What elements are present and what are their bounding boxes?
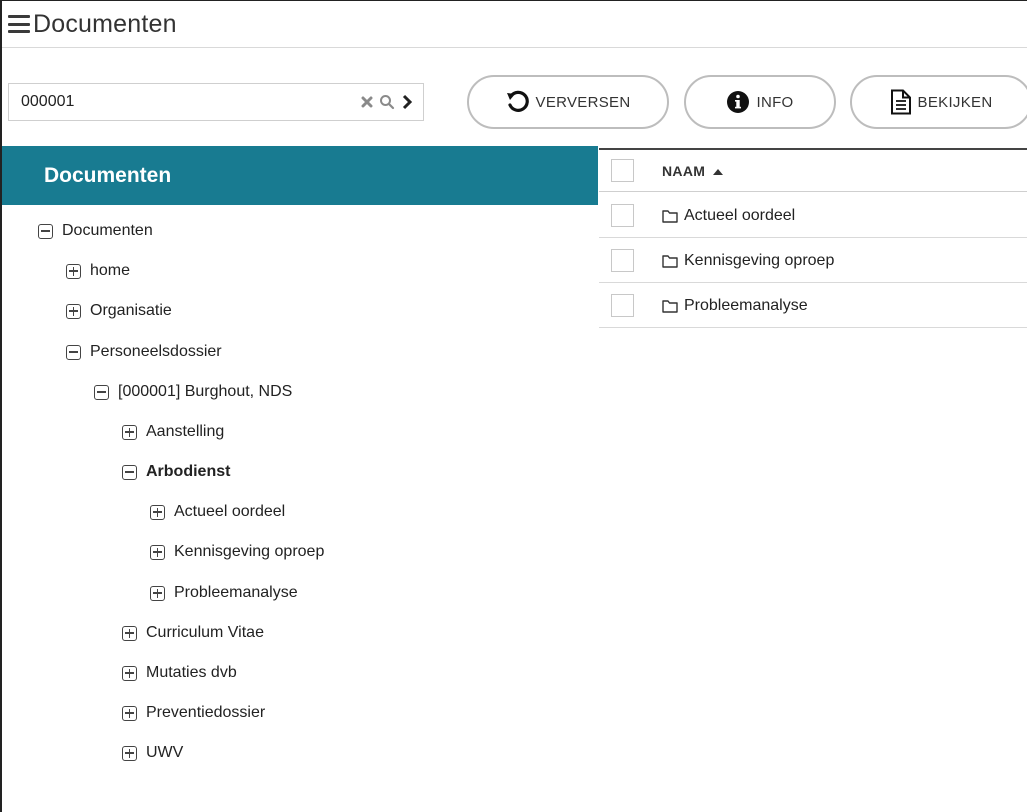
tree-node[interactable]: Actueel oordeel (150, 500, 285, 524)
folder-icon (662, 254, 678, 268)
tree-node-label: Actueel oordeel (174, 503, 286, 520)
tree-node[interactable]: Personeelsdossier (66, 340, 222, 364)
tree-node-label: Mutaties dvb (146, 664, 237, 681)
tree-node[interactable]: Documenten (38, 219, 153, 243)
tree-node[interactable]: Preventiedossier (122, 701, 265, 725)
tree-collapse-icon[interactable] (122, 464, 137, 480)
tree-expand-icon[interactable] (122, 424, 137, 440)
tree-node[interactable]: Mutaties dvb (122, 661, 237, 685)
menu-icon[interactable] (8, 15, 30, 33)
column-name-label: NAAM (662, 162, 706, 179)
info-button-label: INFO (756, 93, 794, 111)
search-input[interactable] (9, 84, 357, 120)
row-checkbox[interactable] (611, 294, 634, 317)
table-row[interactable]: Actueel oordeel (599, 194, 1027, 238)
select-all-checkbox[interactable] (611, 159, 634, 182)
info-icon (727, 91, 750, 113)
tree-expand-icon[interactable] (122, 705, 137, 721)
tree-expand-icon[interactable] (122, 625, 137, 641)
tree-node-label: Aanstelling (146, 423, 225, 440)
tree-collapse-icon[interactable] (66, 344, 81, 360)
view-button-label: BEKIJKEN (917, 93, 993, 111)
folder-icon (662, 209, 678, 223)
app-window: Documenten VERVERSEN INFO (0, 0, 1027, 812)
tree-expand-icon[interactable] (122, 665, 137, 681)
tree-expand-icon[interactable] (66, 263, 81, 279)
refresh-button-label: VERVERSEN (535, 93, 631, 111)
table-row[interactable]: Probleemanalyse (599, 284, 1027, 328)
tree-collapse-icon[interactable] (94, 384, 109, 400)
tree-node[interactable]: UWV (122, 741, 183, 765)
tree-node-label: Curriculum Vitae (146, 624, 264, 641)
sidebar-title: Documenten (44, 163, 172, 187)
tree-node-label: Kennisgeving oproep (174, 543, 325, 560)
tree-expand-icon[interactable] (150, 544, 165, 560)
tree-expand-icon[interactable] (150, 585, 165, 601)
tree-node-label: Preventiedossier (146, 704, 266, 721)
tree-node-selected[interactable]: Arbodienst (122, 460, 230, 484)
clear-icon[interactable] (357, 90, 377, 114)
tree-node[interactable]: Curriculum Vitae (122, 621, 264, 645)
tree-node[interactable]: Probleemanalyse (150, 581, 298, 605)
tree-node[interactable]: [000001] Burghout, NDS (94, 380, 292, 404)
refresh-icon (506, 90, 529, 112)
tree-node-label: Arbodienst (146, 463, 231, 480)
tree-node[interactable]: Organisatie (66, 299, 172, 323)
tree-node-label: [000001] Burghout, NDS (118, 383, 293, 400)
refresh-button[interactable]: VERVERSEN (467, 75, 669, 129)
title-bar: Documenten (2, 1, 1027, 48)
tree-expand-icon[interactable] (122, 745, 137, 761)
row-name[interactable]: Kennisgeving oproep (684, 252, 834, 270)
tree-expand-icon[interactable] (66, 303, 81, 319)
tree-node[interactable]: Kennisgeving oproep (150, 540, 324, 564)
search-icon[interactable] (377, 90, 397, 114)
row-name[interactable]: Probleemanalyse (684, 297, 808, 315)
row-checkbox[interactable] (611, 249, 634, 272)
tree-node-label: Probleemanalyse (174, 584, 298, 601)
tree-node-label: Personeelsdossier (90, 343, 222, 360)
tree-collapse-icon[interactable] (38, 223, 53, 239)
tree-node[interactable]: home (66, 259, 130, 283)
tree-node-label: home (90, 262, 131, 279)
sort-ascending-icon (713, 168, 724, 175)
app-title: Documenten (33, 9, 177, 38)
folder-icon (662, 299, 678, 313)
chevron-right-icon[interactable] (397, 90, 417, 114)
tree-expand-icon[interactable] (150, 504, 165, 520)
search-box (8, 83, 424, 121)
tree-node[interactable]: Aanstelling (122, 420, 224, 444)
tree-node-label: UWV (146, 744, 184, 761)
sidebar-header: Documenten (2, 146, 598, 205)
table-row[interactable]: Kennisgeving oproep (599, 239, 1027, 283)
row-checkbox[interactable] (611, 204, 634, 227)
view-button[interactable]: BEKIJKEN (850, 75, 1027, 129)
grid-header: NAAM (599, 148, 1027, 192)
column-name-header[interactable]: NAAM (662, 162, 724, 179)
row-name[interactable]: Actueel oordeel (684, 207, 795, 225)
info-button[interactable]: INFO (684, 75, 836, 129)
tree-node-label: Organisatie (90, 302, 172, 319)
document-icon (890, 89, 911, 115)
tree-node-label: Documenten (62, 222, 153, 239)
